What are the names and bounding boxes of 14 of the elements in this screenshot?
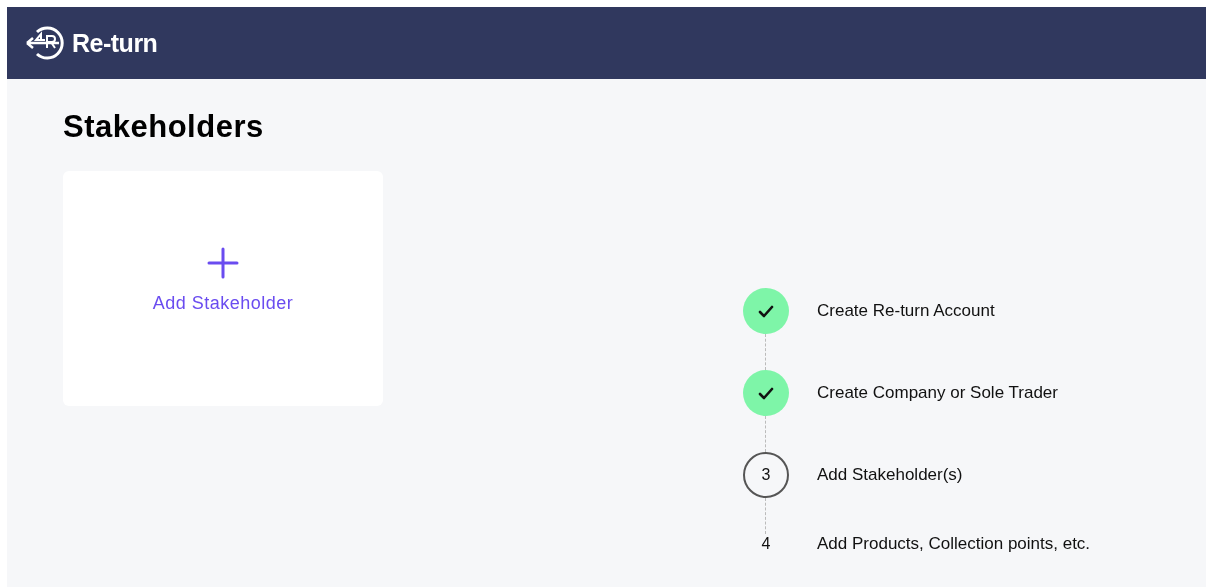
step-label: Create Company or Sole Trader bbox=[817, 383, 1059, 403]
step-number: 4 bbox=[760, 535, 772, 553]
plus-icon bbox=[207, 247, 239, 279]
add-stakeholder-label: Add Stakeholder bbox=[152, 293, 294, 314]
add-stakeholder-card[interactable]: Add Stakeholder bbox=[63, 171, 383, 406]
step-label: Create Re-turn Account bbox=[817, 301, 996, 321]
step-number-circle: 3 bbox=[743, 452, 789, 498]
logo-icon bbox=[25, 24, 67, 62]
step-label: Add Stakeholder(s) bbox=[817, 465, 964, 485]
step-label: Add Products, Collection points, etc. bbox=[817, 534, 1091, 554]
page-title: Stakeholders bbox=[63, 108, 265, 146]
check-icon bbox=[758, 386, 774, 400]
check-icon bbox=[758, 304, 774, 318]
brand-name: Re-turn bbox=[72, 28, 158, 58]
